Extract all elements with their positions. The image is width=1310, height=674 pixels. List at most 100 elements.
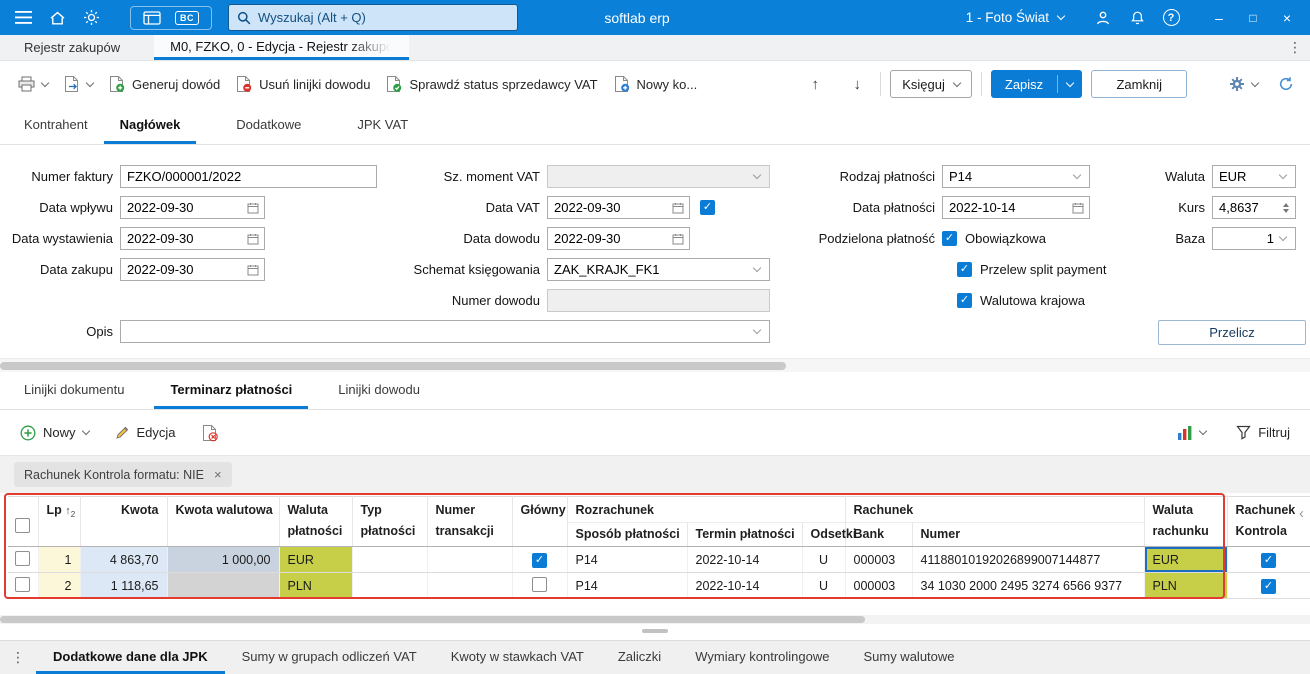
- cell-waluta-rachunku[interactable]: EUR: [1144, 546, 1228, 573]
- refresh-icon[interactable]: [1272, 70, 1300, 98]
- settings-sun-icon[interactable]: [74, 4, 108, 32]
- receipt-date-field[interactable]: [120, 196, 265, 219]
- purchase-date-input[interactable]: [121, 259, 247, 280]
- main-checkbox[interactable]: [532, 576, 547, 592]
- calendar-icon[interactable]: [672, 202, 684, 214]
- col-kwota-walutowa[interactable]: Kwota walutowa: [167, 496, 280, 547]
- cell-glowny[interactable]: [512, 572, 568, 599]
- delete-document-lines-button[interactable]: Usuń linijki dowodu: [228, 69, 378, 99]
- close-window-button[interactable]: ×: [1270, 3, 1304, 33]
- col-bank[interactable]: Bank: [845, 522, 913, 547]
- tab-sumy-walutowe[interactable]: Sumy walutowe: [846, 641, 971, 674]
- cell-lp[interactable]: 2: [38, 572, 81, 599]
- colgroup-rozrachunek[interactable]: Rozrachunek: [567, 496, 846, 523]
- description-input[interactable]: [121, 321, 754, 342]
- bell-icon[interactable]: [1120, 4, 1154, 32]
- bc-module-icon[interactable]: BC: [175, 10, 199, 25]
- cell-termin-platnosci[interactable]: 2022-10-14: [687, 546, 803, 573]
- hamburger-menu-icon[interactable]: [6, 4, 40, 32]
- cell-bank[interactable]: 000003: [845, 572, 913, 599]
- home-icon[interactable]: [40, 4, 74, 32]
- tab-kontrahent[interactable]: Kontrahent: [8, 107, 104, 144]
- tab-naglowek[interactable]: Nagłówek: [103, 107, 197, 144]
- cell-waluta-platnosci[interactable]: PLN: [279, 572, 353, 599]
- col-rachunek-kontrola[interactable]: Rachunek Kontrola: [1227, 496, 1310, 547]
- generate-document-button[interactable]: Generuj dowód: [101, 69, 228, 99]
- cell-kwota[interactable]: 4 863,70: [80, 546, 168, 573]
- tab-rejestr-zakupow[interactable]: Rejestr zakupów: [8, 35, 136, 60]
- row-checkbox[interactable]: [15, 550, 31, 566]
- check-vat-status-button[interactable]: Sprawdź status sprzedawcy VAT: [378, 69, 605, 99]
- rate-input[interactable]: [1213, 197, 1283, 218]
- bottom-tabs-menu-icon[interactable]: ⋮: [0, 641, 36, 674]
- cell-numer[interactable]: 34 1030 2000 2495 3274 6566 9377: [912, 572, 1145, 599]
- splitter-grip[interactable]: [642, 629, 668, 633]
- grid-edit-button[interactable]: Edycja: [107, 419, 184, 446]
- currency-combo[interactable]: [1212, 165, 1296, 188]
- move-down-icon[interactable]: ↓: [843, 70, 871, 98]
- col-waluta-platnosci[interactable]: Waluta płatności: [279, 496, 353, 547]
- col-numer-transakcji[interactable]: Numer transakcji: [427, 496, 513, 547]
- process-settings-button[interactable]: [1221, 70, 1266, 98]
- calendar-icon[interactable]: [1072, 202, 1084, 214]
- col-typ-platnosci[interactable]: Typ płatności: [352, 496, 428, 547]
- vat-date-checkbox[interactable]: [700, 200, 715, 215]
- tab-wymiary-kontrolingowe[interactable]: Wymiary kontrolingowe: [678, 641, 846, 674]
- cell-typ-platnosci[interactable]: [352, 572, 428, 599]
- split-payment-mandatory-checkbox[interactable]: [942, 231, 957, 246]
- purchase-date-field[interactable]: [120, 258, 265, 281]
- col-lp[interactable]: Lp ↑2: [38, 496, 81, 547]
- tab-zaliczki[interactable]: Zaliczki: [601, 641, 678, 674]
- tab-dodatkowe-dane-jpk[interactable]: Dodatkowe dane dla JPK: [36, 641, 225, 674]
- payment-type-input[interactable]: [943, 166, 1074, 187]
- cell-kontrola[interactable]: [1227, 572, 1310, 599]
- base-input[interactable]: [1213, 228, 1280, 249]
- cell-sposob-platnosci[interactable]: P14: [567, 572, 688, 599]
- base-combo[interactable]: [1212, 227, 1296, 250]
- chart-view-button[interactable]: [1169, 419, 1214, 447]
- cell-numer-transakcji[interactable]: [427, 572, 513, 599]
- split-payment-transfer-checkbox[interactable]: [957, 262, 972, 277]
- document-date-field[interactable]: [547, 227, 690, 250]
- export-document-button[interactable]: [56, 69, 101, 99]
- help-icon[interactable]: ?: [1154, 4, 1188, 32]
- calendar-icon[interactable]: [247, 233, 259, 245]
- cell-waluta-rachunku[interactable]: PLN: [1144, 572, 1228, 599]
- user-icon[interactable]: [1086, 4, 1120, 32]
- rate-field[interactable]: [1212, 196, 1296, 219]
- calendar-icon[interactable]: [672, 233, 684, 245]
- tab-linijki-dokumentu[interactable]: Linijki dokumentu: [8, 372, 140, 409]
- posting-scheme-input[interactable]: [548, 259, 754, 280]
- issue-date-input[interactable]: [121, 228, 247, 249]
- row-checkbox[interactable]: [15, 576, 31, 592]
- col-numer[interactable]: Numer: [912, 522, 1145, 547]
- global-search[interactable]: [228, 4, 518, 31]
- document-date-input[interactable]: [548, 228, 672, 249]
- remove-filter-icon[interactable]: ×: [214, 467, 222, 482]
- print-button[interactable]: [10, 70, 56, 98]
- currency-input[interactable]: [1213, 166, 1280, 187]
- cell-numer-transakcji[interactable]: [427, 546, 513, 573]
- cell-bank[interactable]: 000003: [845, 546, 913, 573]
- cell-kontrola[interactable]: [1227, 546, 1310, 573]
- tab-jpk-vat[interactable]: JPK VAT: [341, 107, 424, 144]
- cell-lp[interactable]: 1: [38, 546, 81, 573]
- tab-terminarz-platnosci[interactable]: Terminarz płatności: [154, 372, 309, 409]
- payment-date-input[interactable]: [943, 197, 1072, 218]
- cards-icon[interactable]: [143, 10, 161, 25]
- calendar-icon[interactable]: [247, 264, 259, 276]
- cell-typ-platnosci[interactable]: [352, 546, 428, 573]
- grid-scroll-left-icon[interactable]: ‹: [1299, 505, 1304, 522]
- recalculate-button[interactable]: Przelicz: [1158, 320, 1306, 345]
- close-button[interactable]: Zamknij: [1091, 70, 1187, 98]
- company-selector[interactable]: 1 - Foto Świat: [966, 10, 1066, 25]
- colgroup-rachunek[interactable]: Rachunek: [845, 496, 1145, 523]
- calendar-icon[interactable]: [247, 202, 259, 214]
- cell-glowny[interactable]: [512, 546, 568, 573]
- vat-date-input[interactable]: [548, 197, 672, 218]
- minimize-button[interactable]: –: [1202, 3, 1236, 33]
- move-up-icon[interactable]: ↑: [801, 70, 829, 98]
- main-checkbox[interactable]: [532, 552, 547, 568]
- cell-kwota[interactable]: 1 118,65: [80, 572, 168, 599]
- vat-date-field[interactable]: [547, 196, 690, 219]
